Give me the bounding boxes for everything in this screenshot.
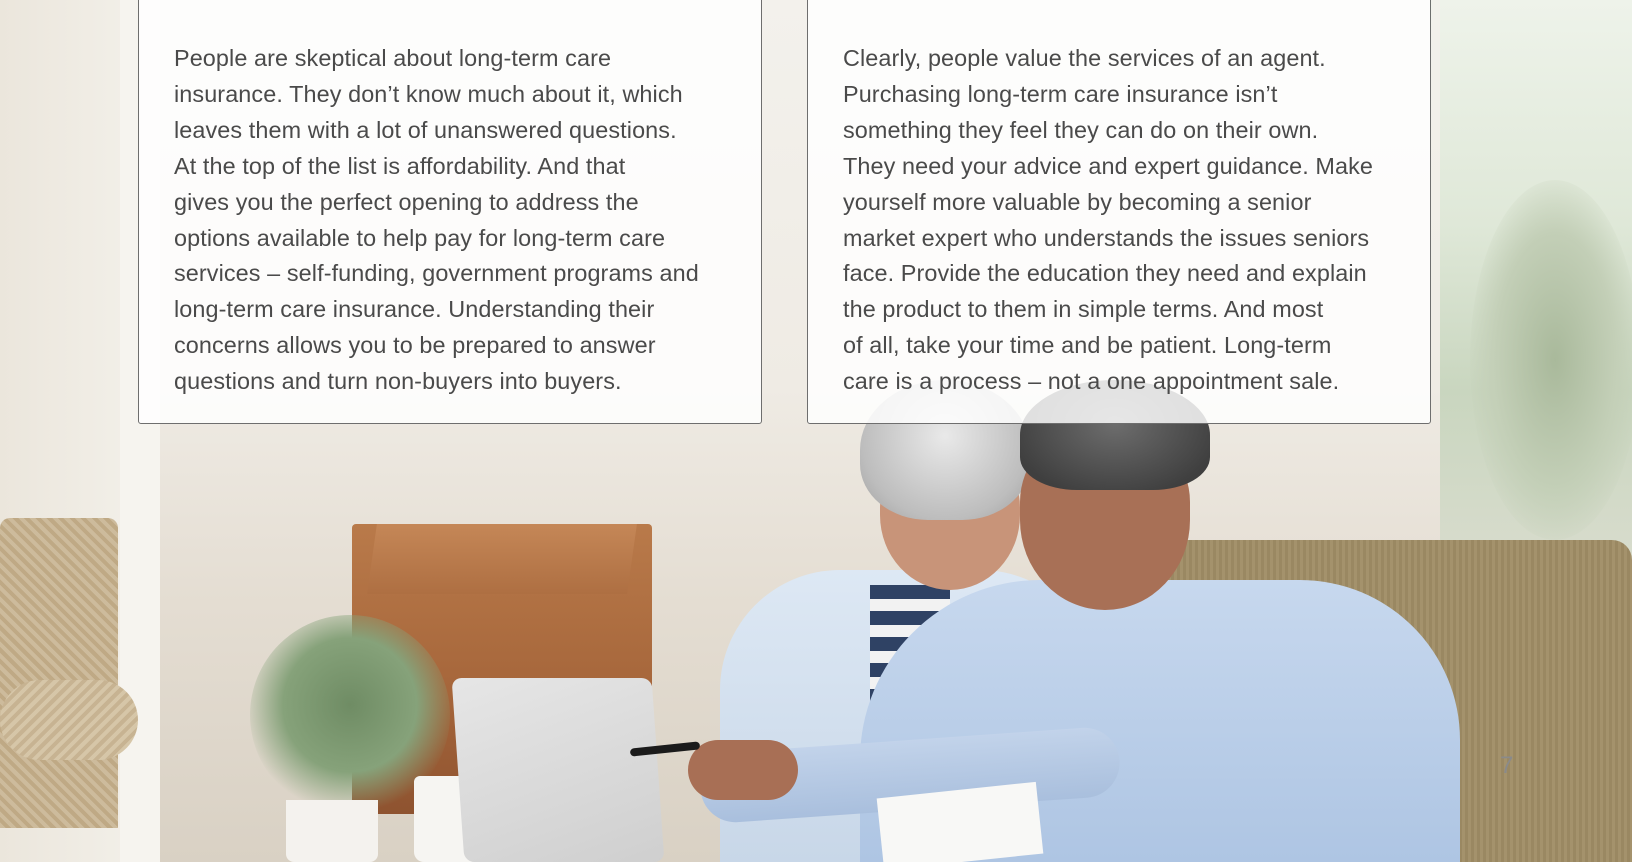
- wicker-chair-arm: [0, 680, 138, 760]
- plant-pot: [286, 800, 378, 862]
- laptop: [451, 678, 665, 862]
- right-text-panel: Clearly, people value the services of an…: [807, 0, 1431, 424]
- right-panel-text: Clearly, people value the services of an…: [843, 45, 1374, 395]
- page-number: 7: [1500, 752, 1514, 779]
- wooden-bureau-top: [367, 524, 637, 594]
- hand: [688, 740, 798, 800]
- left-panel-text: People are skeptical about long-term car…: [174, 45, 699, 395]
- left-text-panel: People are skeptical about long-term car…: [138, 0, 762, 424]
- wicker-chair: [0, 518, 118, 828]
